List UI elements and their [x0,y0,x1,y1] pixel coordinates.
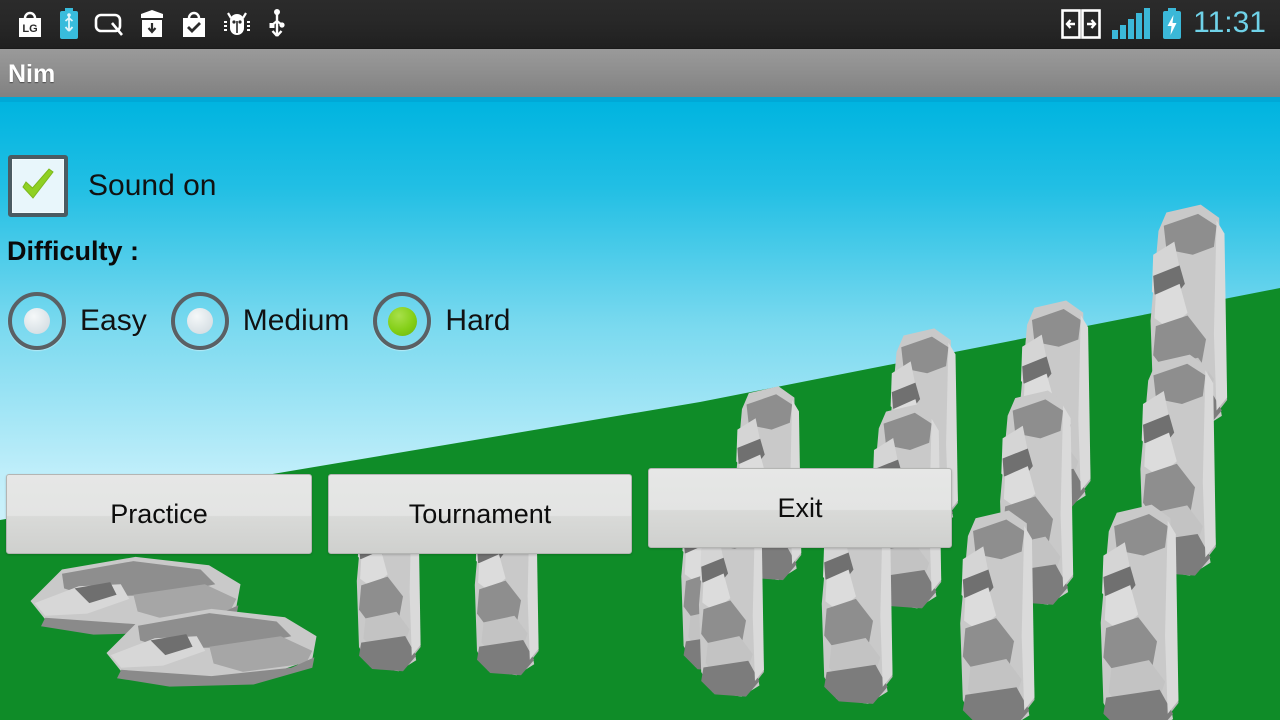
signal-bars-icon [1112,8,1151,39]
status-bar-right-icons: 11:31 [1061,8,1280,40]
screenshot-icon [94,13,123,36]
task-check-icon [183,11,205,37]
debug-bug-icon [224,12,250,35]
difficulty-option-easy[interactable]: Easy [8,292,171,350]
page-title: Nim [8,59,56,88]
difficulty-radio-group: Easy Medium Hard [8,292,534,350]
app-title-bar: Nim [0,48,1280,102]
usb-battery-icon [60,8,78,39]
practice-button[interactable]: Practice [6,474,312,554]
settings-overlay: Sound on Difficulty : Easy Medium Hard P… [0,102,1280,720]
radio-easy-label: Easy [80,304,147,337]
radio-easy[interactable] [8,292,66,350]
usb-icon [269,9,285,37]
radio-medium-label: Medium [242,304,350,337]
battery-charging-icon [1163,8,1182,39]
lg-store-icon: LG [19,11,41,37]
radio-hard-label: Hard [445,304,511,337]
split-screen-icon [1061,9,1101,39]
exit-button[interactable]: Exit [648,468,952,548]
difficulty-option-hard[interactable]: Hard [373,292,534,350]
radio-hard[interactable] [373,292,432,350]
difficulty-label: Difficulty : [7,236,139,266]
sound-toggle-row[interactable]: Sound on [8,155,216,217]
tournament-button[interactable]: Tournament [328,474,632,554]
status-bar-left-icons: LG [0,8,288,40]
svg-text:LG: LG [22,23,37,35]
checkmark-icon [22,168,54,199]
sound-label: Sound on [88,169,217,202]
download-box-icon [141,10,163,37]
radio-medium[interactable] [170,292,229,350]
difficulty-option-medium[interactable]: Medium [170,292,374,350]
sound-checkbox[interactable] [8,155,68,217]
status-bar: LG 11:31 [0,0,1280,48]
status-bar-clock: 11:31 [1193,6,1266,39]
